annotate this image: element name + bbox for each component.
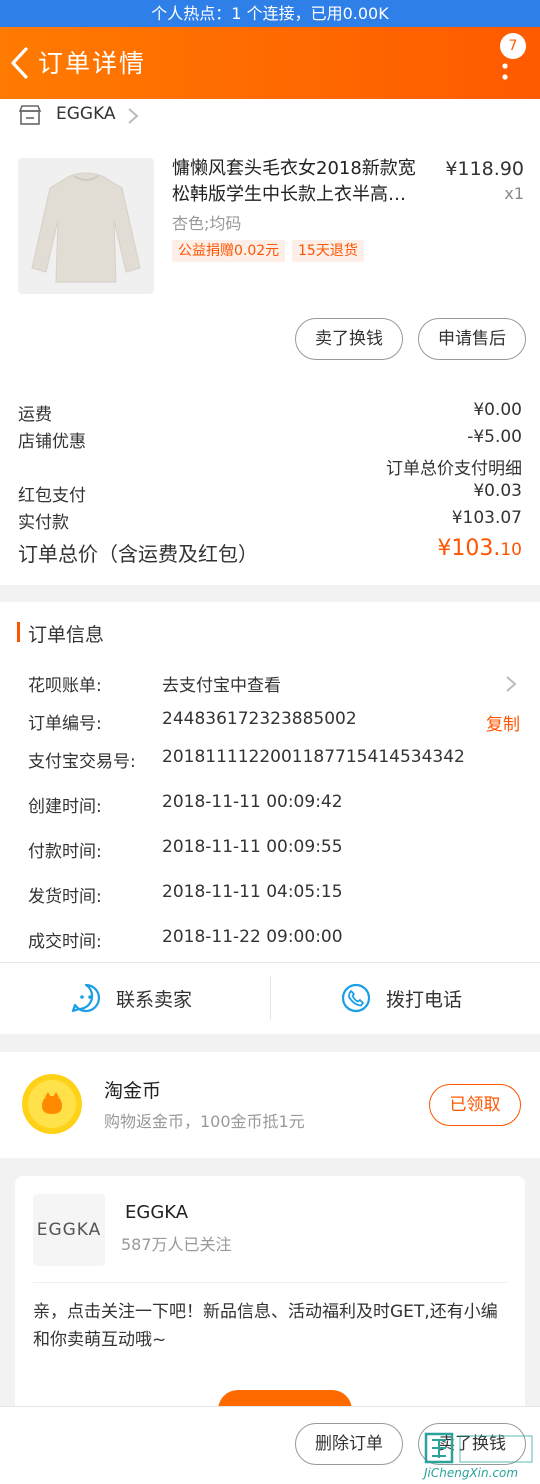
sell-swap-button[interactable]: 卖了换钱 <box>295 318 403 360</box>
watermark-site-text: JiChengXin.com <box>424 1466 519 1480</box>
shop-discount-label: 店铺优惠 <box>18 432 86 452</box>
order-total-label: 订单总价（含运费及红包） <box>18 542 258 566</box>
info-label: 支付宝交易号: <box>28 752 136 772</box>
payment-detail-link[interactable]: 订单总价支付明细 <box>386 454 522 479</box>
alipay-trade-row: 支付宝交易号: 2018111122001187715414534342 <box>28 747 524 773</box>
follow-shop-name[interactable]: EGGKA <box>125 1202 188 1223</box>
info-value: 2018-11-11 00:09:42 <box>162 792 343 812</box>
product-price: ¥118.90 <box>445 158 524 180</box>
message-count-badge[interactable]: 7 <box>500 33 526 59</box>
huabei-row[interactable]: 花呗账单: 去支付宝中查看 <box>28 671 524 697</box>
info-value: 2018111122001187715414534342 <box>162 747 465 767</box>
info-label: 订单编号: <box>28 714 102 734</box>
more-vertical-icon[interactable] <box>500 59 510 87</box>
info-label: 发货时间: <box>28 887 102 907</box>
info-value: 244836172323885002 <box>162 709 357 729</box>
info-value: 2018-11-11 00:09:55 <box>162 837 343 857</box>
product-title[interactable]: 慵懒风套头毛衣女2018新款宽松韩版学生中长款上衣半高… <box>172 156 432 208</box>
info-label: 成交时间: <box>28 932 102 952</box>
created-time-row: 创建时间: 2018-11-11 00:09:42 <box>28 792 524 818</box>
follow-shop-card: EGGKA EGGKA 587万人已关注 亲，点击关注一下吧！新品信息、活动福利… <box>15 1176 525 1430</box>
paid-amount-label: 实付款 <box>18 513 69 533</box>
page-title: 订单详情 <box>38 49 147 78</box>
sweater-image <box>18 158 154 294</box>
info-value: 2018-11-22 09:00:00 <box>162 927 343 947</box>
info-label: 花呗账单: <box>28 676 102 696</box>
shipping-fee-label: 运费 <box>18 405 52 425</box>
redpacket-row: 红包支付 ¥0.03 <box>18 481 522 506</box>
product-quantity: x1 <box>504 184 524 203</box>
store-icon <box>18 105 42 125</box>
payment-detail-row: 订单总价支付明细 <box>18 454 522 479</box>
chevron-right-icon <box>128 108 139 124</box>
paid-time-row: 付款时间: 2018-11-11 00:09:55 <box>28 837 524 863</box>
paid-amount-value: ¥103.07 <box>451 508 522 528</box>
chevron-right-icon <box>506 676 517 692</box>
follow-message: 亲，点击关注一下吧！新品信息、活动福利及时GET,还有小编和你卖萌互动哦~ <box>33 1302 498 1350</box>
shipped-time-row: 发货时间: 2018-11-11 04:05:15 <box>28 882 524 908</box>
delete-order-button[interactable]: 删除订单 <box>295 1423 403 1465</box>
info-value: 2018-11-11 04:05:15 <box>162 882 343 902</box>
charity-tag: 公益捐赠0.02元 <box>172 240 286 262</box>
info-label: 创建时间: <box>28 797 102 817</box>
shop-discount-row: 店铺优惠 -¥5.00 <box>18 427 522 452</box>
coins-claimed-button[interactable]: 已领取 <box>429 1084 521 1126</box>
order-total-value: ¥103.10 <box>437 536 522 561</box>
gold-coin-icon <box>22 1074 82 1134</box>
app-header: 订单详情 7 <box>0 27 540 99</box>
divider <box>0 962 540 963</box>
paid-amount-row: 实付款 ¥103.07 <box>18 508 522 533</box>
after-sale-button[interactable]: 申请售后 <box>418 318 526 360</box>
info-value: 去支付宝中查看 <box>162 676 281 696</box>
chat-bubble-icon <box>71 983 101 1013</box>
phone-icon <box>341 983 371 1013</box>
shipping-fee-value: ¥0.00 <box>473 400 522 420</box>
order-number-row: 订单编号: 244836172323885002 <box>28 709 524 735</box>
divider <box>33 1282 507 1283</box>
order-total-main: ¥103. <box>437 536 501 561</box>
hotspot-status-bar: 个人热点：1 个连接，已用0.00K <box>0 0 540 27</box>
coins-title: 淘金币 <box>104 1080 162 1102</box>
call-phone-label: 拨打电话 <box>386 989 463 1011</box>
divider <box>270 976 271 1020</box>
shop-name: EGGKA <box>56 104 116 124</box>
redpacket-label: 红包支付 <box>18 486 86 506</box>
coins-subtitle: 购物返金币，100金币抵1元 <box>104 1112 305 1131</box>
back-arrow-icon[interactable] <box>8 45 32 81</box>
follower-count: 587万人已关注 <box>121 1235 232 1254</box>
section-accent-bar <box>17 622 20 642</box>
info-label: 付款时间: <box>28 842 102 862</box>
contact-seller-label: 联系卖家 <box>116 989 193 1011</box>
shipping-fee-row: 运费 ¥0.00 <box>18 400 522 425</box>
copy-order-number-button[interactable]: 复制 <box>486 710 520 735</box>
order-total-cents: 10 <box>500 540 522 560</box>
product-sku: 杏色;均码 <box>172 214 242 233</box>
shop-discount-value: -¥5.00 <box>467 427 522 447</box>
order-info-card <box>0 602 540 1034</box>
order-info-title: 订单信息 <box>28 624 105 646</box>
redpacket-value: ¥0.03 <box>473 481 522 501</box>
return-policy-tag: 15天退货 <box>292 240 364 262</box>
shop-logo[interactable]: EGGKA <box>33 1194 105 1266</box>
deal-time-row: 成交时间: 2018-11-22 09:00:00 <box>28 927 524 953</box>
product-thumbnail[interactable] <box>18 158 154 294</box>
